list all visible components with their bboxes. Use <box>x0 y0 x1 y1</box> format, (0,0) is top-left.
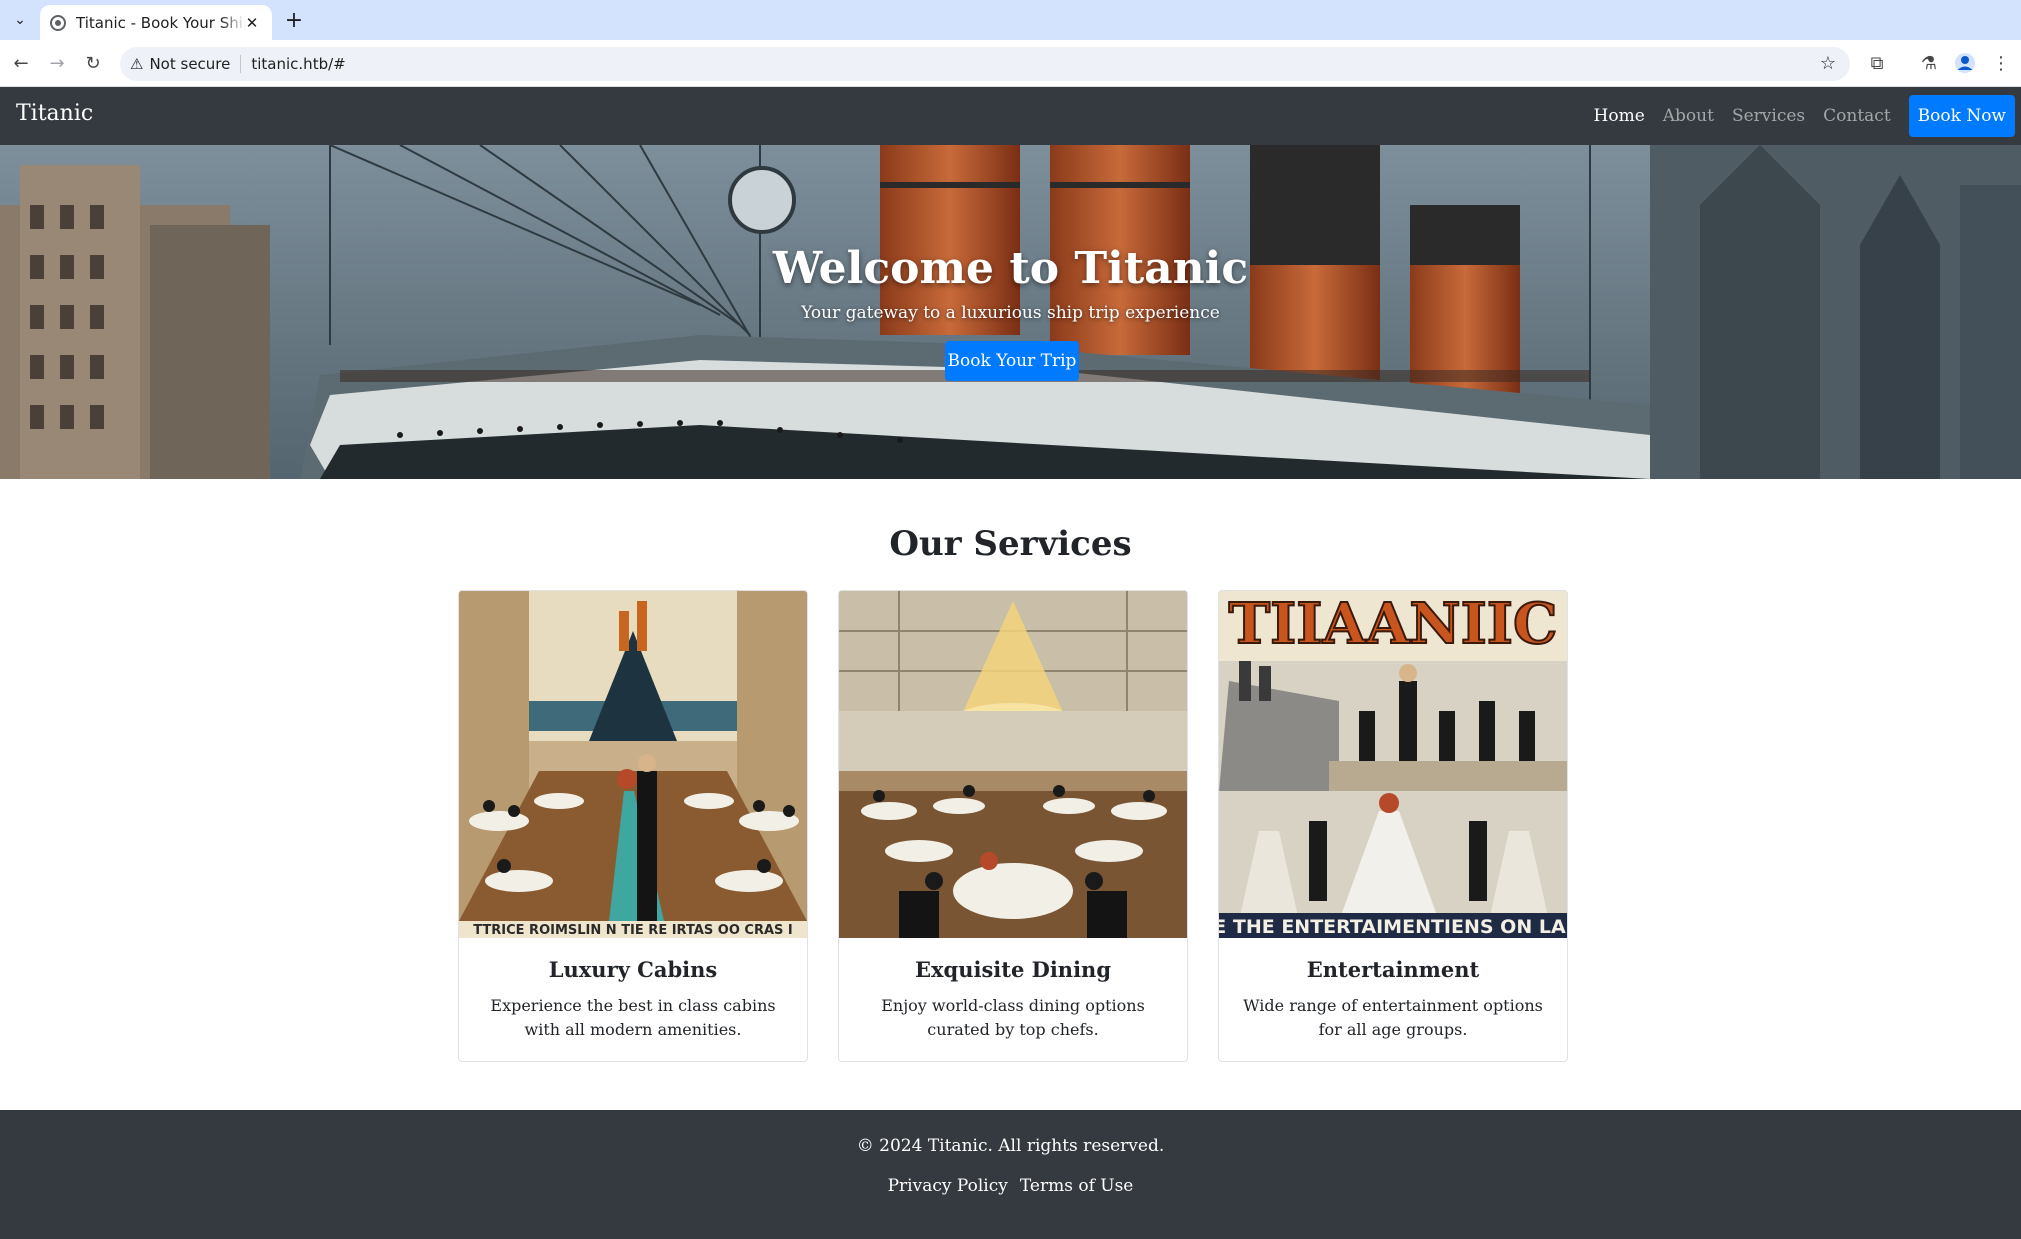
nav-link-home[interactable]: Home <box>1594 106 1645 126</box>
hero-subtitle: Your gateway to a luxurious ship trip ex… <box>801 303 1220 323</box>
menu-kebab-icon[interactable]: ⋮ <box>1988 50 2014 76</box>
hero-banner: Welcome to Titanic Your gateway to a lux… <box>0 145 2021 479</box>
nav-link-contact[interactable]: Contact <box>1823 106 1891 126</box>
nav-link-services[interactable]: Services <box>1732 106 1805 126</box>
exquisite-dining-image <box>839 591 1187 938</box>
footer-links: Privacy Policy Terms of Use <box>0 1176 2021 1196</box>
entertainment-image-caption: E THE ENTERTAIMENTIENS ON LAI <box>1219 916 1567 938</box>
card-text: Wide range of entertainment options for … <box>1243 996 1543 1039</box>
reload-icon[interactable]: ↻ <box>80 50 106 76</box>
globe-icon <box>50 14 66 31</box>
book-now-button[interactable]: Book Now <box>1908 95 2015 137</box>
entertainment-image: TIIAANIIC E THE ENTERTAIMENTIENS ON LAI <box>1219 591 1567 938</box>
tab-search-icon[interactable]: ⌄ <box>8 8 32 32</box>
site-footer: © 2024 Titanic. All rights reserved. Pri… <box>0 1110 2021 1239</box>
luxury-cabins-image-caption: TTRICE ROIMSLIN N TIE RE IRTAS OO CRAS I <box>473 923 793 938</box>
browser-toolbar: ← → ↻ ⚠ Not secure titanic.htb/# ☆ ⧉ ⚗ ⋮ <box>0 40 2021 87</box>
extensions-icon[interactable]: ⧉ <box>1864 50 1890 76</box>
service-card-exquisite-dining: Exquisite Dining Enjoy world-class dinin… <box>838 590 1188 1062</box>
services-heading: Our Services <box>889 524 1132 564</box>
service-card-entertainment: TIIAANIIC E THE ENTERTAIMENTIENS ON LAI … <box>1218 590 1568 1062</box>
card-text: Experience the best in class cabins with… <box>490 996 776 1039</box>
back-arrow-icon[interactable]: ← <box>8 50 34 76</box>
url-text[interactable]: titanic.htb/# <box>251 55 345 73</box>
labs-flask-icon[interactable]: ⚗ <box>1916 50 1942 76</box>
hero-title: Welcome to Titanic <box>772 243 1249 294</box>
card-title: Exquisite Dining <box>914 957 1111 982</box>
nav-link-about[interactable]: About <box>1663 106 1714 126</box>
card-text: Enjoy world-class dining options curated… <box>881 996 1145 1039</box>
luxury-cabins-image: TTRICE ROIMSLIN N TIE RE IRTAS OO CRAS I <box>459 591 807 938</box>
site-navbar: Titanic Home About Services Contact Book… <box>0 87 2021 145</box>
tab-title: Titanic - Book Your Ship Trip <box>76 13 246 32</box>
hero-content: Welcome to Titanic Your gateway to a lux… <box>0 145 2021 479</box>
profile-avatar-icon[interactable] <box>1952 50 1978 76</box>
close-icon[interactable]: ✕ <box>242 13 262 33</box>
warning-icon: ⚠ <box>130 55 144 73</box>
forward-arrow-icon[interactable]: → <box>44 50 70 76</box>
brand-logo[interactable]: Titanic <box>16 101 93 126</box>
card-title: Entertainment <box>1306 957 1480 982</box>
entertainment-image-heading: TIIAANIIC <box>1228 591 1557 657</box>
terms-of-use-link[interactable]: Terms of Use <box>1020 1176 1134 1196</box>
new-tab-button[interactable]: + <box>282 8 306 33</box>
browser-tab[interactable]: Titanic - Book Your Ship Trip ✕ <box>40 5 272 40</box>
address-bar[interactable]: ⚠ Not secure titanic.htb/# ☆ <box>120 47 1850 81</box>
service-card-luxury-cabins: TTRICE ROIMSLIN N TIE RE IRTAS OO CRAS I… <box>458 590 808 1062</box>
bookmark-star-icon[interactable]: ☆ <box>1820 53 1836 74</box>
card-title: Luxury Cabins <box>548 957 718 982</box>
security-indicator[interactable]: Not secure <box>149 55 230 73</box>
privacy-policy-link[interactable]: Privacy Policy <box>888 1176 1008 1196</box>
book-your-trip-button[interactable]: Book Your Trip <box>945 341 1079 381</box>
nav-links: Home About Services Contact Book Now <box>1594 95 2015 137</box>
omnibox-divider <box>240 55 242 73</box>
copyright-text: © 2024 Titanic. All rights reserved. <box>856 1136 1165 1156</box>
browser-tabstrip: ⌄ Titanic - Book Your Ship Trip ✕ + <box>0 0 2021 40</box>
